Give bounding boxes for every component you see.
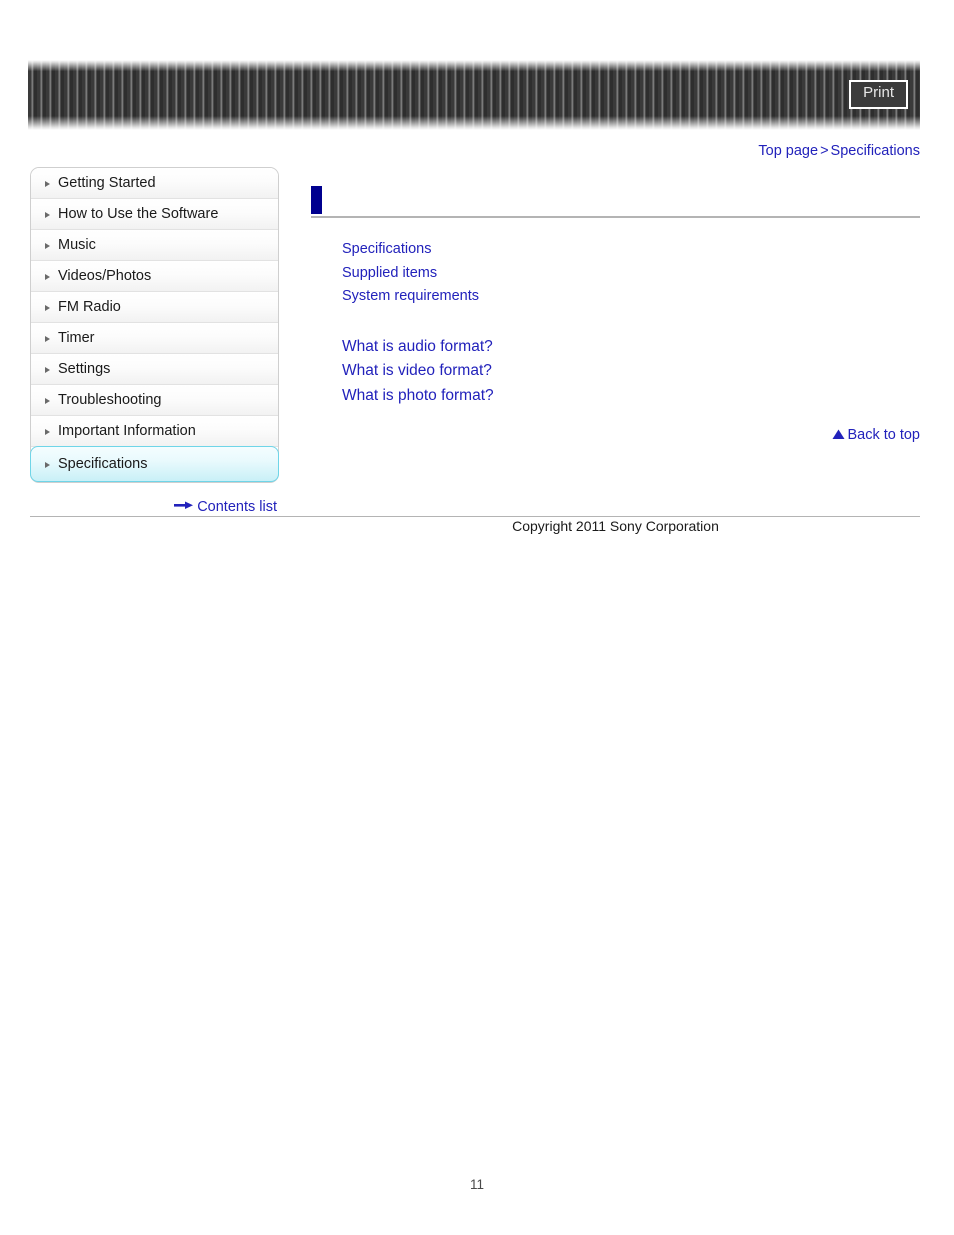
breadcrumb-current-link[interactable]: Specifications — [831, 143, 920, 159]
triangle-bullet-icon — [45, 462, 50, 468]
link-what-is-photo-format[interactable]: What is photo format? — [342, 384, 920, 409]
page-number: 11 — [469, 1177, 484, 1192]
triangle-bullet-icon — [45, 305, 50, 311]
sidebar-item-videos-photos[interactable]: Videos/Photos — [31, 261, 278, 292]
page-title-row — [311, 186, 920, 218]
breadcrumb-top-page-link[interactable]: Top page — [758, 143, 818, 159]
link-group-secondary: What is audio format? What is video form… — [311, 335, 920, 409]
triangle-bullet-icon — [45, 429, 50, 435]
sidebar-item-label: Settings — [58, 361, 111, 377]
breadcrumb-separator: > — [820, 143, 829, 159]
sidebar-item-timer[interactable]: Timer — [31, 323, 278, 354]
header-banner: Print — [28, 60, 920, 130]
link-what-is-video-format[interactable]: What is video format? — [342, 359, 920, 384]
link-specifications[interactable]: Specifications — [342, 238, 920, 262]
link-group-primary: Specifications Supplied items System req… — [311, 238, 920, 309]
link-supplied-items[interactable]: Supplied items — [342, 262, 920, 286]
back-to-top: Back to top — [311, 427, 920, 444]
sidebar-item-label: Music — [58, 237, 96, 253]
triangle-bullet-icon — [45, 274, 50, 280]
contents-list: Contents list — [30, 498, 277, 515]
back-to-top-link[interactable]: Back to top — [847, 427, 920, 443]
sidebar-item-important-information[interactable]: Important Information — [31, 416, 278, 447]
triangle-bullet-icon — [45, 212, 50, 218]
sidebar-item-label: Troubleshooting — [58, 392, 162, 408]
sidebar-item-label: Timer — [58, 330, 95, 346]
sidebar-item-label: Important Information — [58, 423, 196, 439]
triangle-bullet-icon — [45, 181, 50, 187]
breadcrumb: Top page > Specifications — [758, 143, 920, 159]
print-button[interactable]: Print — [849, 80, 908, 109]
title-marker-bar — [311, 186, 322, 214]
sidebar-item-label: How to Use the Software — [58, 206, 219, 222]
sidebar-item-label: Specifications — [58, 456, 148, 472]
sidebar-item-how-to-use-the-software[interactable]: How to Use the Software — [31, 199, 278, 230]
contents-list-link[interactable]: Contents list — [197, 499, 277, 515]
footer-divider — [30, 516, 920, 517]
link-what-is-audio-format[interactable]: What is audio format? — [342, 335, 920, 360]
main-content: Specifications Supplied items System req… — [311, 186, 920, 444]
copyright-text: Copyright 2011 Sony Corporation — [512, 518, 719, 534]
triangle-bullet-icon — [45, 336, 50, 342]
sidebar-item-specifications[interactable]: Specifications — [30, 446, 279, 482]
arrow-right-icon — [174, 498, 194, 514]
sidebar-item-fm-radio[interactable]: FM Radio — [31, 292, 278, 323]
sidebar-item-settings[interactable]: Settings — [31, 354, 278, 385]
link-system-requirements[interactable]: System requirements — [342, 285, 920, 309]
sidebar-item-getting-started[interactable]: Getting Started — [31, 168, 278, 199]
sidebar-item-music[interactable]: Music — [31, 230, 278, 261]
sidebar-item-label: Videos/Photos — [58, 268, 152, 284]
triangle-up-icon — [832, 428, 845, 444]
triangle-bullet-icon — [45, 367, 50, 373]
sidebar-item-label: Getting Started — [58, 175, 156, 191]
triangle-bullet-icon — [45, 243, 50, 249]
sidebar-item-label: FM Radio — [58, 299, 121, 315]
sidebar-item-troubleshooting[interactable]: Troubleshooting — [31, 385, 278, 416]
triangle-bullet-icon — [45, 398, 50, 404]
sidebar-navigation: Getting Started How to Use the Software … — [30, 167, 279, 483]
